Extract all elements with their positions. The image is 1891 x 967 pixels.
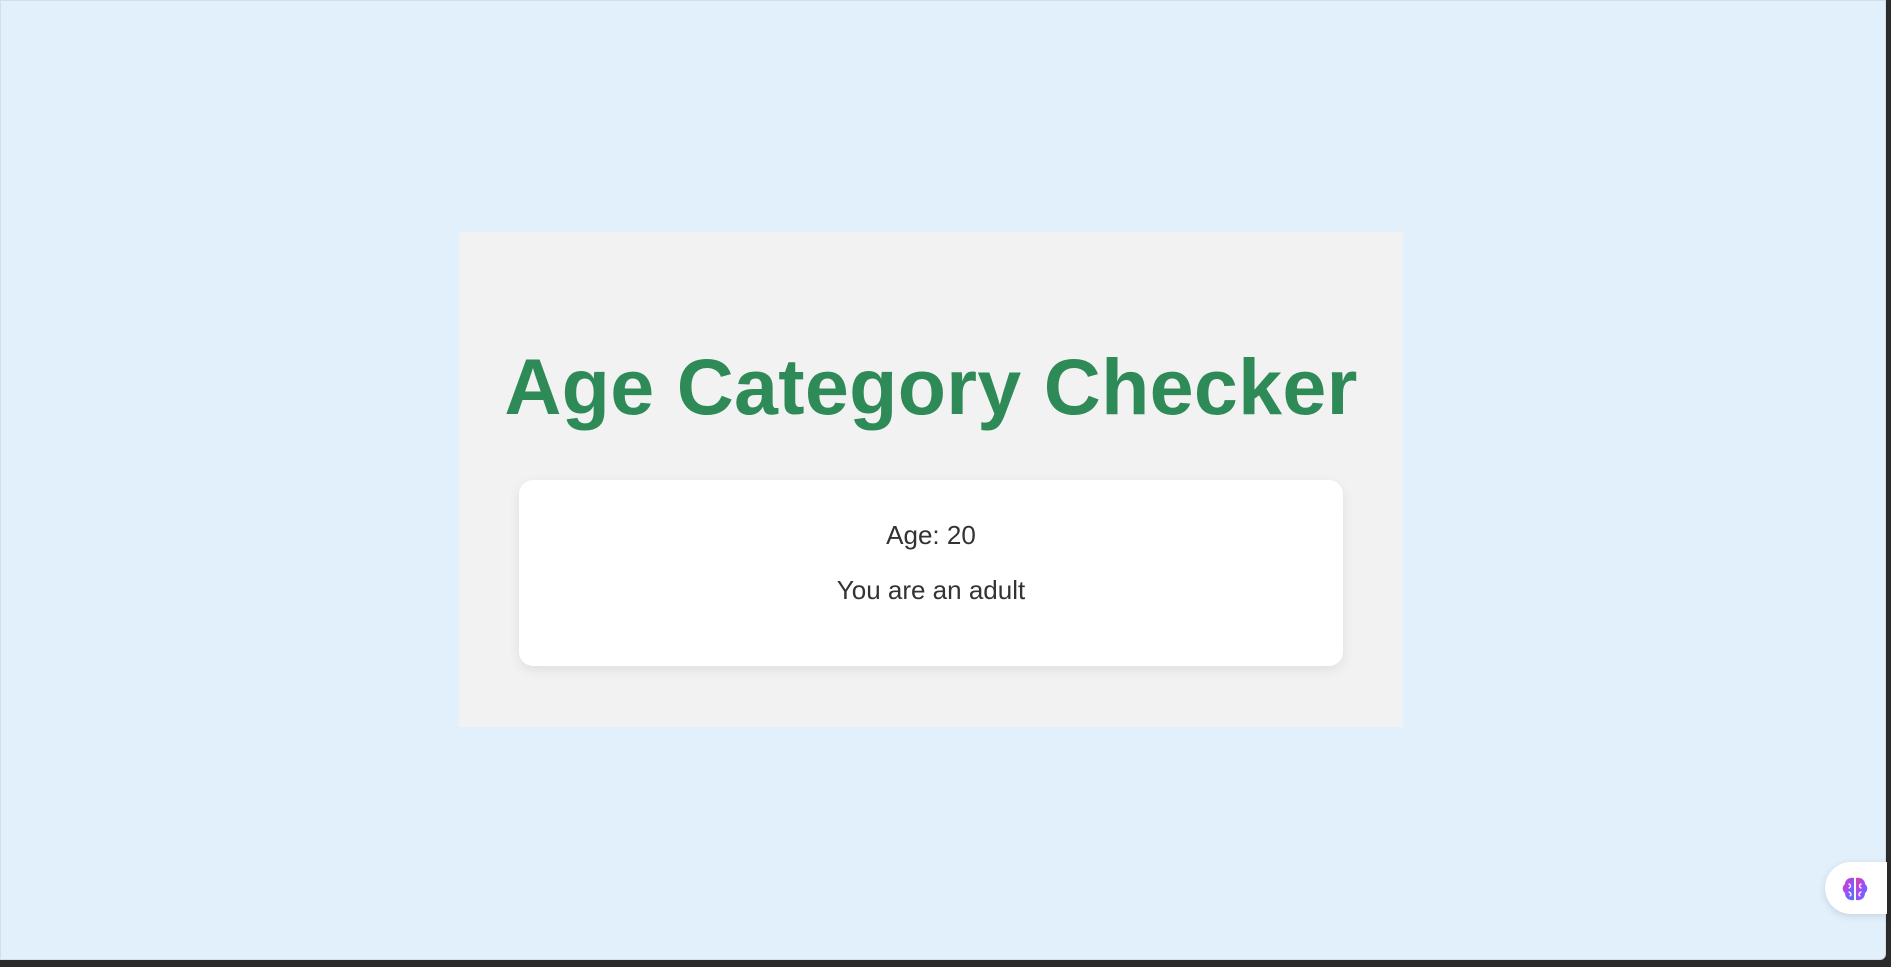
page-viewport: Age Category Checker Age: 20 You are an … [0, 0, 1887, 960]
page-title: Age Category Checker [504, 342, 1358, 431]
assistant-widget-button[interactable] [1825, 862, 1887, 914]
brain-icon [1842, 877, 1868, 901]
result-card: Age: 20 You are an adult [519, 480, 1343, 666]
category-text: You are an adult [836, 575, 1026, 605]
checker-panel: Age Category Checker Age: 20 You are an … [459, 232, 1403, 727]
age-text: Age: 20 [886, 520, 976, 550]
